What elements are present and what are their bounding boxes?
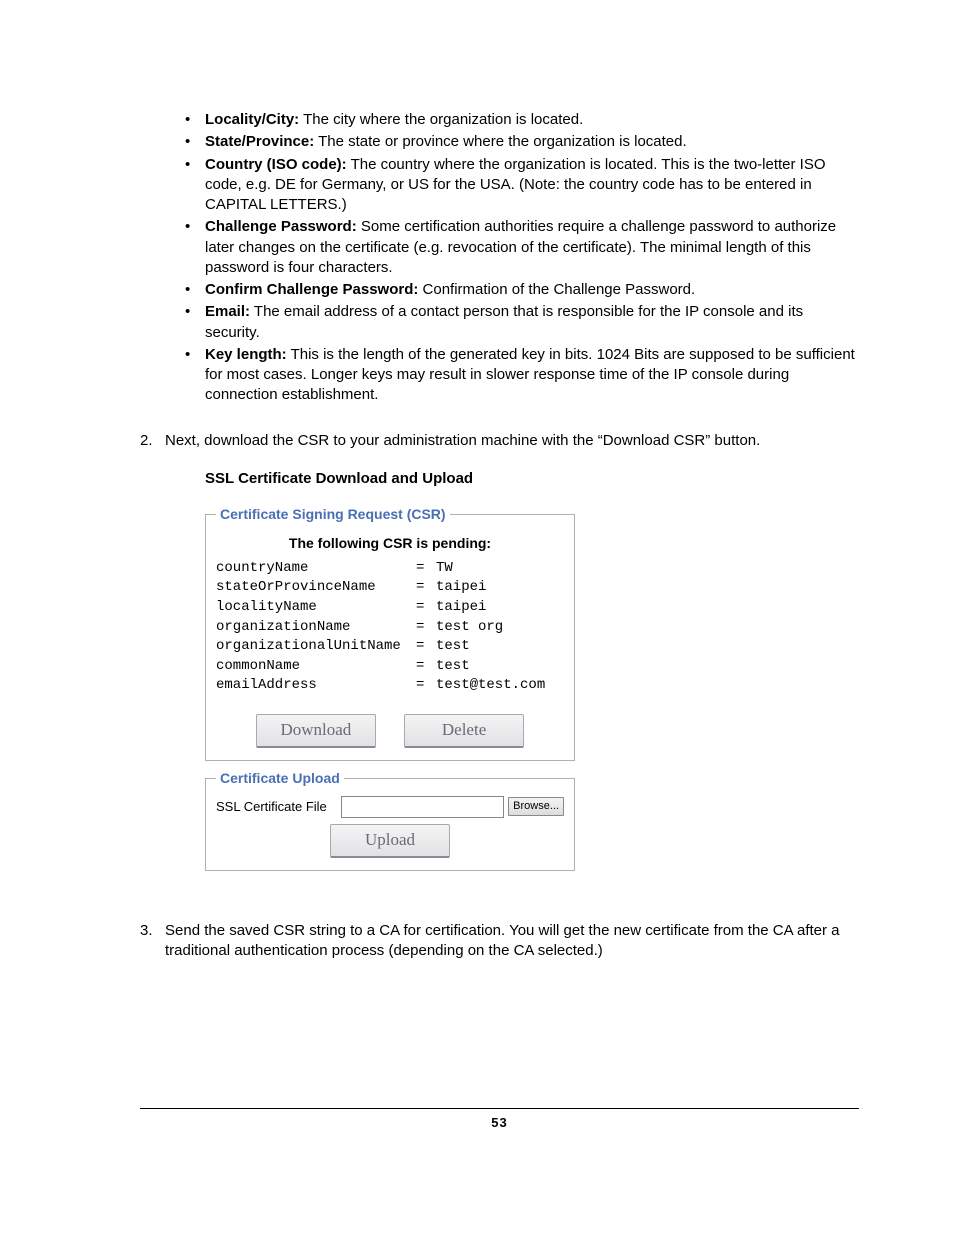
step-text: Next, download the CSR to your administr… [165, 432, 760, 449]
list-item: Locality/City: The city where the organi… [185, 110, 859, 130]
upload-legend: Certificate Upload [216, 769, 344, 788]
field-label: Confirm Challenge Password: [205, 281, 418, 298]
csr-row: localityName=taipei [216, 598, 564, 618]
list-item: Country (ISO code): The country where th… [185, 155, 859, 216]
download-button[interactable]: Download [256, 714, 376, 748]
field-label: Locality/City: [205, 111, 299, 128]
browse-button[interactable]: Browse... [508, 797, 564, 816]
csr-fieldset: Certificate Signing Request (CSR) The fo… [205, 505, 575, 761]
section-title: SSL Certificate Download and Upload [205, 469, 859, 489]
step-number: 3. [140, 921, 153, 941]
field-desc: This is the length of the generated key … [205, 346, 855, 404]
field-desc: The state or province where the organiza… [314, 133, 686, 150]
ssl-file-label: SSL Certificate File [216, 798, 341, 816]
field-desc: The city where the organization is locat… [299, 111, 583, 128]
field-label: Country (ISO code): [205, 156, 347, 173]
csr-row: emailAddress=test@test.com [216, 676, 564, 696]
step-text: Send the saved CSR string to a CA for ce… [165, 922, 840, 959]
field-definitions-list: Locality/City: The city where the organi… [140, 110, 859, 406]
field-desc: The email address of a contact person th… [205, 303, 803, 340]
list-item: Confirm Challenge Password: Confirmation… [185, 280, 859, 300]
step-number: 2. [140, 431, 153, 451]
step-2: 2. Next, download the CSR to your admini… [140, 431, 859, 871]
csr-row: stateOrProvinceName=taipei [216, 578, 564, 598]
page-number: 53 [140, 1108, 859, 1130]
upload-button[interactable]: Upload [330, 824, 450, 858]
list-item: State/Province: The state or province wh… [185, 132, 859, 152]
list-item: Challenge Password: Some certification a… [185, 217, 859, 278]
csr-pending-title: The following CSR is pending: [216, 534, 564, 553]
csr-legend: Certificate Signing Request (CSR) [216, 505, 450, 524]
csr-row: organizationName=test org [216, 618, 564, 638]
csr-row: countryName=TW [216, 559, 564, 579]
field-label: Key length: [205, 346, 287, 363]
field-label: Challenge Password: [205, 218, 357, 235]
ssl-file-input[interactable] [341, 796, 504, 818]
step-3: 3. Send the saved CSR string to a CA for… [140, 921, 859, 962]
delete-button[interactable]: Delete [404, 714, 524, 748]
list-item: Email: The email address of a contact pe… [185, 302, 859, 343]
field-label: State/Province: [205, 133, 314, 150]
csr-row: organizationalUnitName=test [216, 637, 564, 657]
field-desc: Confirmation of the Challenge Password. [418, 281, 695, 298]
field-label: Email: [205, 303, 250, 320]
list-item: Key length: This is the length of the ge… [185, 345, 859, 406]
upload-fieldset: Certificate Upload SSL Certificate File … [205, 769, 575, 871]
csr-row: commonName=test [216, 657, 564, 677]
